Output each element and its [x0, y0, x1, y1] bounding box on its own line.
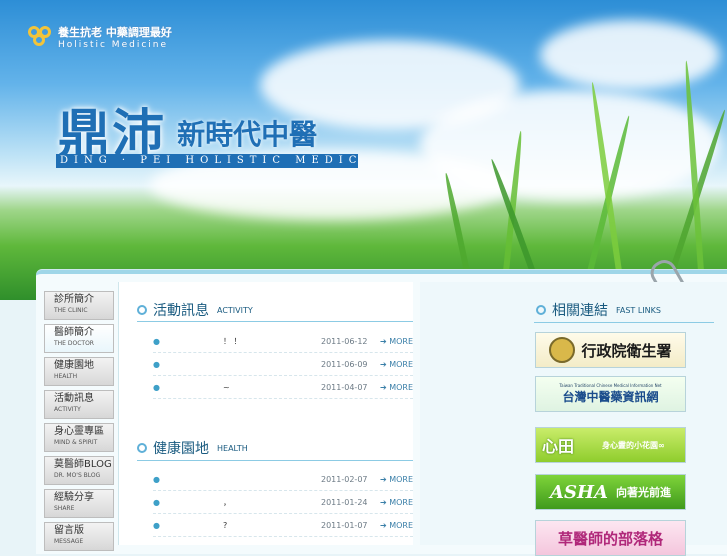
nav-item-mind-spirit[interactable]: 身心靈專區 MIND & SPIRIT [44, 423, 114, 452]
nav-item-label: 留言版 [54, 525, 84, 536]
section-title: 活動訊息 [153, 303, 209, 319]
nav-item-label: 經驗分享 [54, 492, 94, 503]
nav-item-message[interactable]: 留言版 MESSAGE [44, 522, 114, 551]
item-date: 2011-01-07 [321, 520, 368, 530]
bullet-icon: ● [153, 520, 160, 530]
nav-item-activity[interactable]: 活動訊息 ACTIVITY [44, 390, 114, 419]
more-link[interactable]: ➔ MORE [373, 498, 413, 507]
circle-icon [137, 443, 147, 453]
nav-item-label: 身心靈專區 [54, 426, 104, 437]
link-banner-asha[interactable]: ASHA 向著光前進 [535, 474, 686, 510]
item-title: ， [223, 497, 231, 507]
nav-item-health[interactable]: 健康園地 HEALTH [44, 357, 114, 386]
item-date: 2011-06-09 [321, 359, 368, 369]
more-link-label: MORE [389, 359, 413, 369]
link-banner-heart-field[interactable]: 心田 身心靈的小花園∞ [535, 427, 686, 463]
list-item[interactable]: ● ， 2011-01-24 ➔ MORE [153, 491, 413, 514]
brand-title: 鼎沛 新時代中醫 DING · PEI HOLISTIC MEDICINE [56, 92, 358, 168]
brand-tagline: 新時代中醫 [177, 118, 318, 151]
nav-item-sublabel: SHARE [54, 505, 75, 512]
more-link[interactable]: ➔ MORE [373, 383, 413, 392]
nav-item-blog[interactable]: 莫醫師BLOG DR. MO'S BLOG [44, 456, 114, 485]
list-item[interactable]: ● 2011-06-09 ➔ MORE [153, 353, 413, 376]
section-title: 相關連結 [552, 303, 608, 319]
more-link-label: MORE [389, 520, 413, 530]
link-banner-label: 台灣中醫藥資訊網 [562, 390, 659, 404]
health-heading: 健康園地 HEALTH [137, 437, 248, 459]
nav-item-sublabel: MIND & SPIRIT [54, 439, 98, 446]
sidebar-nav: 診所簡介 THE CLINIC 醫師簡介 THE DOCTOR 健康園地 HEA… [44, 291, 116, 555]
nav-item-label: 活動訊息 [54, 393, 94, 404]
list-item[interactable]: ● ！ ！ 2011-06-12 ➔ MORE [153, 330, 413, 353]
item-date: 2011-06-12 [321, 336, 368, 346]
item-title: ！ ！ [223, 336, 242, 346]
bullet-icon: ● [153, 359, 160, 369]
cloud [540, 20, 720, 90]
slogan-en: Holistic Medicine [58, 40, 169, 50]
logo-icon [28, 26, 54, 48]
more-link[interactable]: ➔ MORE [373, 360, 413, 369]
nav-item-label: 診所簡介 [54, 294, 94, 305]
list-item[interactable]: ● ? 2011-01-07 ➔ MORE [153, 514, 413, 537]
circle-icon [536, 305, 546, 315]
link-banner-sublabel: 向著光前進 [615, 486, 671, 499]
nav-item-clinic[interactable]: 診所簡介 THE CLINIC [44, 291, 114, 320]
item-title: ~ [223, 382, 230, 392]
more-link[interactable]: ➔ MORE [373, 521, 413, 530]
seal-icon [549, 337, 576, 363]
more-link[interactable]: ➔ MORE [373, 337, 413, 346]
nav-item-sublabel: THE DOCTOR [54, 340, 94, 347]
link-banner-label: 草醫師的部落格 [557, 529, 663, 548]
more-link-label: MORE [389, 382, 413, 392]
list-item[interactable]: ● 2011-02-07 ➔ MORE [153, 468, 413, 491]
nav-item-sublabel: HEALTH [54, 373, 78, 380]
nav-item-label: 健康園地 [54, 360, 94, 371]
slogan-text: 養生抗老 中藥調理最好 [58, 26, 172, 39]
bullet-icon: ● [153, 474, 160, 484]
fast-links-column: 相關連結 FAST LINKS 行政院衛生署 Taiwan Traditiona… [420, 282, 727, 556]
nav-item-share[interactable]: 經驗分享 SHARE [44, 489, 114, 518]
nav-item-label: 醫師簡介 [54, 327, 94, 338]
more-link-label: MORE [389, 474, 413, 484]
section-subtitle: FAST LINKS [616, 305, 661, 315]
link-banner-sublabel: 身心靈的小花園∞ [602, 440, 665, 450]
list-item[interactable]: ● ~ 2011-04-07 ➔ MORE [153, 376, 413, 399]
link-banner-herb-doctor-blog[interactable]: 草醫師的部落格 [535, 520, 686, 556]
divider [137, 460, 413, 461]
divider [534, 322, 714, 323]
link-banner-label: 行政院衛生署 [581, 341, 672, 360]
section-subtitle: HEALTH [217, 443, 248, 453]
links-heading: 相關連結 FAST LINKS [536, 300, 661, 320]
bullet-icon: ● [153, 497, 160, 507]
item-date: 2011-04-07 [321, 382, 368, 392]
more-link-label: MORE [389, 497, 413, 507]
main-content: 活動訊息 ACTIVITY ● ！ ！ 2011-06-12 ➔ MORE ● … [118, 282, 413, 545]
section-subtitle: ACTIVITY [217, 305, 253, 315]
bullet-icon: ● [153, 336, 160, 346]
circle-icon [137, 305, 147, 315]
nav-item-label: 莫醫師BLOG [54, 459, 112, 470]
item-date: 2011-02-07 [321, 474, 368, 484]
item-date: 2011-01-24 [321, 497, 368, 507]
slogan: 養生抗老 中藥調理最好 Holistic Medicine [58, 26, 172, 52]
more-link[interactable]: ➔ MORE [373, 475, 413, 484]
link-banner-label: ASHA [550, 481, 608, 503]
logo[interactable]: 養生抗老 中藥調理最好 Holistic Medicine [28, 26, 172, 52]
nav-item-sublabel: THE CLINIC [54, 307, 88, 314]
nav-item-sublabel: DR. MO'S BLOG [54, 472, 101, 479]
link-banner-tcm-info[interactable]: Taiwan Traditional Chinese Medical Infor… [535, 376, 686, 412]
link-banner-health-dept[interactable]: 行政院衛生署 [535, 332, 686, 368]
section-title: 健康園地 [153, 441, 209, 457]
nav-item-doctor[interactable]: 醫師簡介 THE DOCTOR [44, 324, 114, 353]
brand-english: DING · PEI HOLISTIC MEDICINE [56, 154, 358, 168]
nav-item-sublabel: ACTIVITY [54, 406, 81, 413]
header-banner: 養生抗老 中藥調理最好 Holistic Medicine 鼎沛 新時代中醫 D… [0, 0, 727, 300]
bullet-icon: ● [153, 382, 160, 392]
more-link-label: MORE [389, 336, 413, 346]
activity-heading: 活動訊息 ACTIVITY [137, 299, 253, 321]
link-banner-label: 心田 [542, 437, 575, 456]
item-title: ? [223, 520, 228, 530]
divider [137, 321, 413, 322]
